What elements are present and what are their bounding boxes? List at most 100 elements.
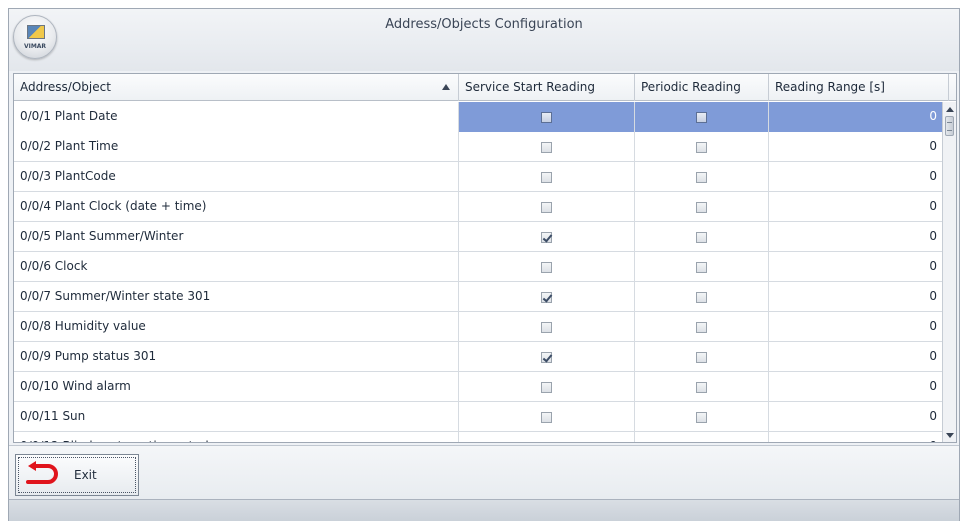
service-start-reading-cell <box>459 372 635 402</box>
table-row[interactable]: 0/0/7 Summer/Winter state 301 0 <box>14 282 944 312</box>
table-row[interactable]: 0/0/12 Blinds automatic control 0 <box>14 432 944 442</box>
periodic-reading-cell <box>635 312 769 342</box>
reading-range-cell[interactable]: 0 <box>769 252 944 282</box>
reading-range-cell[interactable]: 0 <box>769 372 944 402</box>
column-header-label: Periodic Reading <box>641 80 741 94</box>
column-header-service-start-reading[interactable]: Service Start Reading <box>459 74 635 101</box>
periodic-reading-checkbox[interactable] <box>696 381 707 393</box>
service-start-reading-cell <box>459 192 635 222</box>
periodic-reading-checkbox[interactable] <box>696 141 707 153</box>
service-start-reading-cell <box>459 342 635 372</box>
periodic-reading-checkbox[interactable] <box>696 351 707 363</box>
scroll-up-arrow-icon[interactable] <box>946 107 954 112</box>
status-bar <box>9 499 959 521</box>
table-row[interactable]: 0/0/4 Plant Clock (date + time) 0 <box>14 192 944 222</box>
table-row[interactable]: 0/0/2 Plant Time 0 <box>14 132 944 162</box>
address-object-cell[interactable]: 0/0/9 Pump status 301 <box>14 342 459 372</box>
service-start-reading-cell <box>459 252 635 282</box>
service-start-reading-checkbox[interactable] <box>541 141 552 153</box>
table-row[interactable]: 0/0/8 Humidity value 0 <box>14 312 944 342</box>
service-start-reading-cell <box>459 162 635 192</box>
column-header-periodic-reading[interactable]: Periodic Reading <box>635 74 769 101</box>
periodic-reading-checkbox[interactable] <box>696 321 707 333</box>
reading-range-cell[interactable]: 0 <box>769 282 944 312</box>
column-header-label: Address/Object <box>20 80 111 94</box>
periodic-reading-cell <box>635 252 769 282</box>
scrollbar-thumb[interactable] <box>945 116 954 136</box>
column-header-address-object[interactable]: Address/Object <box>14 74 459 101</box>
service-start-reading-checkbox[interactable] <box>541 261 552 273</box>
reading-range-cell[interactable]: 0 <box>769 432 944 442</box>
address-object-cell[interactable]: 0/0/8 Humidity value <box>14 312 459 342</box>
window-title: Address/Objects Configuration <box>385 17 583 32</box>
service-start-reading-checkbox[interactable] <box>541 321 552 333</box>
table-row[interactable]: 0/0/3 PlantCode 0 <box>14 162 944 192</box>
service-start-reading-checkbox[interactable] <box>541 111 552 123</box>
periodic-reading-checkbox[interactable] <box>696 261 707 273</box>
service-start-reading-checkbox[interactable] <box>541 441 552 442</box>
table-row[interactable]: 0/0/1 Plant Date 0 <box>14 102 944 132</box>
periodic-reading-cell <box>635 402 769 432</box>
service-start-reading-checkbox[interactable] <box>541 411 552 423</box>
reading-range-cell[interactable]: 0 <box>769 192 944 222</box>
address-object-cell[interactable]: 0/0/4 Plant Clock (date + time) <box>14 192 459 222</box>
address-object-cell[interactable]: 0/0/3 PlantCode <box>14 162 459 192</box>
periodic-reading-cell <box>635 282 769 312</box>
sort-ascending-icon <box>442 84 450 90</box>
reading-range-cell[interactable]: 0 <box>769 132 944 162</box>
reading-range-cell[interactable]: 0 <box>769 162 944 192</box>
vertical-scrollbar[interactable] <box>942 102 956 442</box>
address-object-cell[interactable]: 0/0/11 Sun <box>14 402 459 432</box>
scroll-down-arrow-icon[interactable] <box>946 433 954 438</box>
address-object-cell[interactable]: 0/0/7 Summer/Winter state 301 <box>14 282 459 312</box>
service-start-reading-cell <box>459 402 635 432</box>
service-start-reading-checkbox[interactable] <box>541 171 552 183</box>
periodic-reading-cell <box>635 222 769 252</box>
exit-button-label: Exit <box>74 468 97 482</box>
address-object-cell[interactable]: 0/0/1 Plant Date <box>14 102 459 132</box>
logo-text: VIMAR <box>23 43 47 50</box>
grid-rows: 0/0/1 Plant Date 0 0/0/2 Plant Time 0 0/0/3 … <box>14 102 944 442</box>
periodic-reading-checkbox[interactable] <box>696 231 707 243</box>
service-start-reading-cell <box>459 222 635 252</box>
table-row[interactable]: 0/0/6 Clock 0 <box>14 252 944 282</box>
periodic-reading-checkbox[interactable] <box>696 201 707 213</box>
periodic-reading-cell <box>635 192 769 222</box>
address-object-cell[interactable]: 0/0/12 Blinds automatic control <box>14 432 459 442</box>
periodic-reading-cell <box>635 102 769 132</box>
service-start-reading-checkbox[interactable] <box>541 351 552 363</box>
service-start-reading-checkbox[interactable] <box>541 201 552 213</box>
service-start-reading-cell <box>459 312 635 342</box>
table-row[interactable]: 0/0/10 Wind alarm 0 <box>14 372 944 402</box>
grid-header: Address/Object Service Start Reading Per… <box>14 74 956 101</box>
address-object-cell[interactable]: 0/0/6 Clock <box>14 252 459 282</box>
periodic-reading-cell <box>635 162 769 192</box>
service-start-reading-checkbox[interactable] <box>541 381 552 393</box>
exit-button[interactable]: Exit <box>15 454 139 496</box>
periodic-reading-checkbox[interactable] <box>696 111 707 123</box>
periodic-reading-cell <box>635 132 769 162</box>
address-object-cell[interactable]: 0/0/5 Plant Summer/Winter <box>14 222 459 252</box>
address-object-cell[interactable]: 0/0/10 Wind alarm <box>14 372 459 402</box>
exit-arrow-icon <box>26 461 58 484</box>
table-row[interactable]: 0/0/9 Pump status 301 0 <box>14 342 944 372</box>
periodic-reading-checkbox[interactable] <box>696 411 707 423</box>
address-object-cell[interactable]: 0/0/2 Plant Time <box>14 132 459 162</box>
table-row[interactable]: 0/0/5 Plant Summer/Winter 0 <box>14 222 944 252</box>
reading-range-cell[interactable]: 0 <box>769 102 944 132</box>
service-start-reading-cell <box>459 432 635 442</box>
periodic-reading-checkbox[interactable] <box>696 441 707 442</box>
column-header-label: Reading Range [s] <box>775 80 885 94</box>
column-header-label: Service Start Reading <box>465 80 596 94</box>
table-row[interactable]: 0/0/11 Sun 0 <box>14 402 944 432</box>
bottom-toolbar: Exit <box>9 445 959 499</box>
periodic-reading-checkbox[interactable] <box>696 291 707 303</box>
reading-range-cell[interactable]: 0 <box>769 222 944 252</box>
column-header-reading-range[interactable]: Reading Range [s] <box>769 74 949 101</box>
reading-range-cell[interactable]: 0 <box>769 312 944 342</box>
reading-range-cell[interactable]: 0 <box>769 402 944 432</box>
periodic-reading-checkbox[interactable] <box>696 171 707 183</box>
reading-range-cell[interactable]: 0 <box>769 342 944 372</box>
service-start-reading-checkbox[interactable] <box>541 291 552 303</box>
service-start-reading-checkbox[interactable] <box>541 231 552 243</box>
